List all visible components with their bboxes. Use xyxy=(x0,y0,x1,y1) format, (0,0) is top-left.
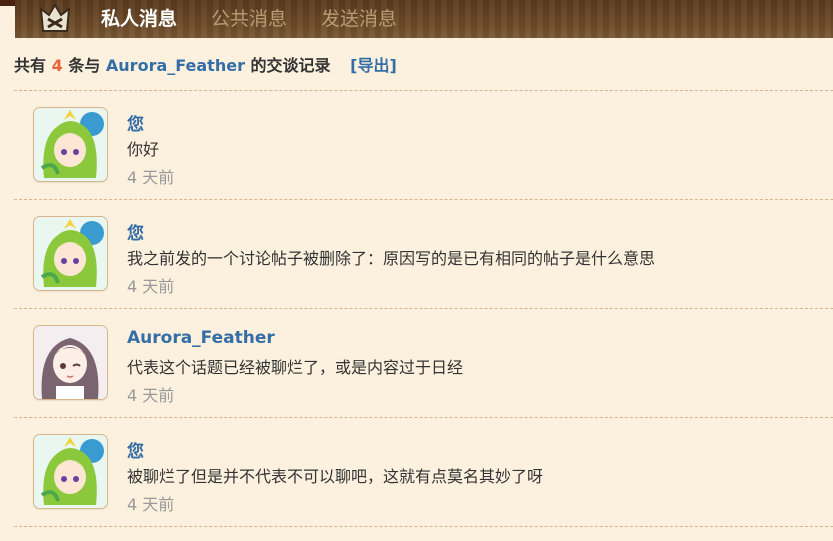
brown-hair-avatar[interactable] xyxy=(33,325,108,400)
message-sender[interactable]: 您 xyxy=(127,110,144,135)
conversation-partner-link[interactable]: Aurora_Feather xyxy=(106,56,245,75)
message-item: 您 被聊烂了但是并不代表不可以聊吧，这就有点莫名其妙了呀 4 天前 xyxy=(14,418,833,527)
message-list: 您 你好 4 天前 您 我之前发的一个讨论帖子被删除了：原因写的是已有相同的帖子… xyxy=(14,90,833,527)
summary-middle: 条与 xyxy=(68,56,101,75)
message-time: 4 天前 xyxy=(127,495,175,514)
tab-send-message[interactable]: 发送消息 xyxy=(321,0,397,38)
message-sender[interactable]: 您 xyxy=(127,219,144,244)
message-text: 被聊烂了但是并不代表不可以聊吧，这就有点莫名其妙了呀 xyxy=(127,467,544,486)
message-text: 我之前发的一个讨论帖子被删除了：原因写的是已有相同的帖子是什么意思 xyxy=(127,249,656,268)
message-tab-bar: 私人消息 公共消息 发送消息 xyxy=(15,0,833,38)
message-time: 4 天前 xyxy=(127,277,175,296)
message-item: 您 你好 4 天前 xyxy=(14,91,833,200)
export-link[interactable]: [导出] xyxy=(350,56,397,75)
tab-private-messages[interactable]: 私人消息 xyxy=(101,0,177,38)
message-count: 4 xyxy=(51,56,63,75)
green-hair-avatar[interactable] xyxy=(33,434,108,509)
message-text: 你好 xyxy=(127,140,160,159)
message-item: Aurora_Feather 代表这个话题已经被聊烂了，或是内容过于日经 4 天… xyxy=(14,309,833,418)
message-sender[interactable]: 您 xyxy=(127,437,144,462)
site-logo-icon xyxy=(33,0,77,38)
message-item: 您 我之前发的一个讨论帖子被删除了：原因写的是已有相同的帖子是什么意思 4 天前 xyxy=(14,200,833,309)
message-sender[interactable]: Aurora_Feather xyxy=(127,328,275,348)
summary-suffix: 的交谈记录 xyxy=(250,56,331,75)
message-text: 代表这个话题已经被聊烂了，或是内容过于日经 xyxy=(127,358,464,377)
green-hair-avatar[interactable] xyxy=(33,107,108,182)
tab-public-messages[interactable]: 公共消息 xyxy=(211,0,287,38)
summary-prefix: 共有 xyxy=(14,56,47,75)
green-hair-avatar[interactable] xyxy=(33,216,108,291)
conversation-summary: 共有 4 条与 Aurora_Feather 的交谈记录 [导出] xyxy=(14,52,397,76)
message-time: 4 天前 xyxy=(127,386,175,405)
message-time: 4 天前 xyxy=(127,168,175,187)
